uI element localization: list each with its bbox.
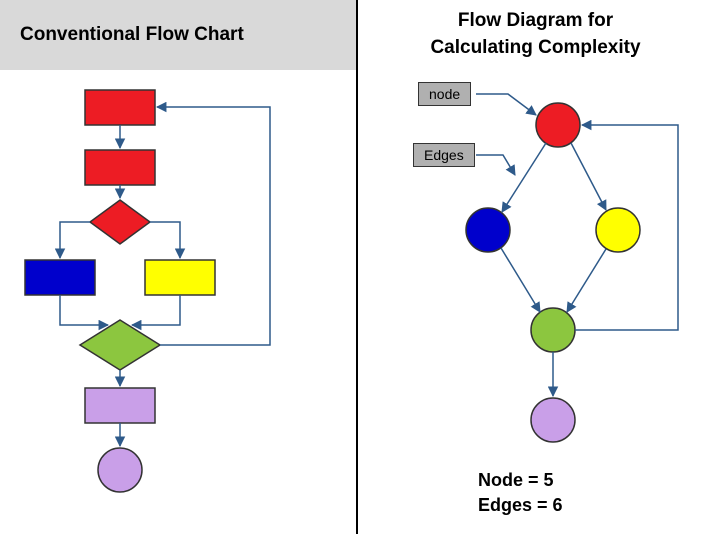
rect-blue — [25, 260, 95, 295]
summary-edges-text: Edges = 6 — [478, 495, 563, 516]
legend-edges-connector — [476, 155, 515, 175]
edge-red-blue — [502, 143, 546, 212]
rect-purple — [85, 388, 155, 423]
edge-red-yellow — [571, 143, 606, 210]
legend-node-label: node — [429, 86, 460, 102]
right-title-line2: Calculating Complexity — [430, 35, 640, 62]
legend-node-box: node — [418, 82, 471, 106]
right-title-line1: Flow Diagram for — [458, 8, 613, 35]
node-red — [536, 103, 580, 147]
node-green — [531, 308, 575, 352]
edge-yellow-green — [567, 249, 606, 312]
rect-red-2 — [85, 150, 155, 185]
legend-edges-label: Edges — [424, 147, 464, 163]
arrow-diamond-yellow — [150, 222, 180, 258]
left-title-text: Conventional Flow Chart — [20, 24, 244, 46]
right-panel-title: Flow Diagram for Calculating Complexity — [357, 0, 714, 70]
node-purple — [531, 398, 575, 442]
edge-blue-green — [501, 248, 540, 312]
summary-node-text: Node = 5 — [478, 470, 554, 491]
rect-yellow — [145, 260, 215, 295]
diamond-green — [80, 320, 160, 370]
left-diagram-canvas — [0, 70, 356, 534]
node-blue — [466, 208, 510, 252]
circle-purple — [98, 448, 142, 492]
arrow-yellow-green — [132, 295, 180, 325]
node-yellow — [596, 208, 640, 252]
left-flowchart-svg — [0, 70, 356, 534]
arrow-blue-green — [60, 295, 108, 325]
rect-red-1 — [85, 90, 155, 125]
arrow-diamond-blue — [60, 222, 90, 258]
right-diagram-canvas: node Edges Node = 5 Edges = 6 — [358, 70, 714, 534]
legend-edges-box: Edges — [413, 143, 475, 167]
legend-node-connector — [476, 94, 536, 115]
diamond-red — [90, 200, 150, 244]
left-panel-title: Conventional Flow Chart — [0, 0, 357, 70]
right-flowgraph-svg — [358, 70, 714, 534]
arrow-loop-back — [157, 107, 270, 345]
